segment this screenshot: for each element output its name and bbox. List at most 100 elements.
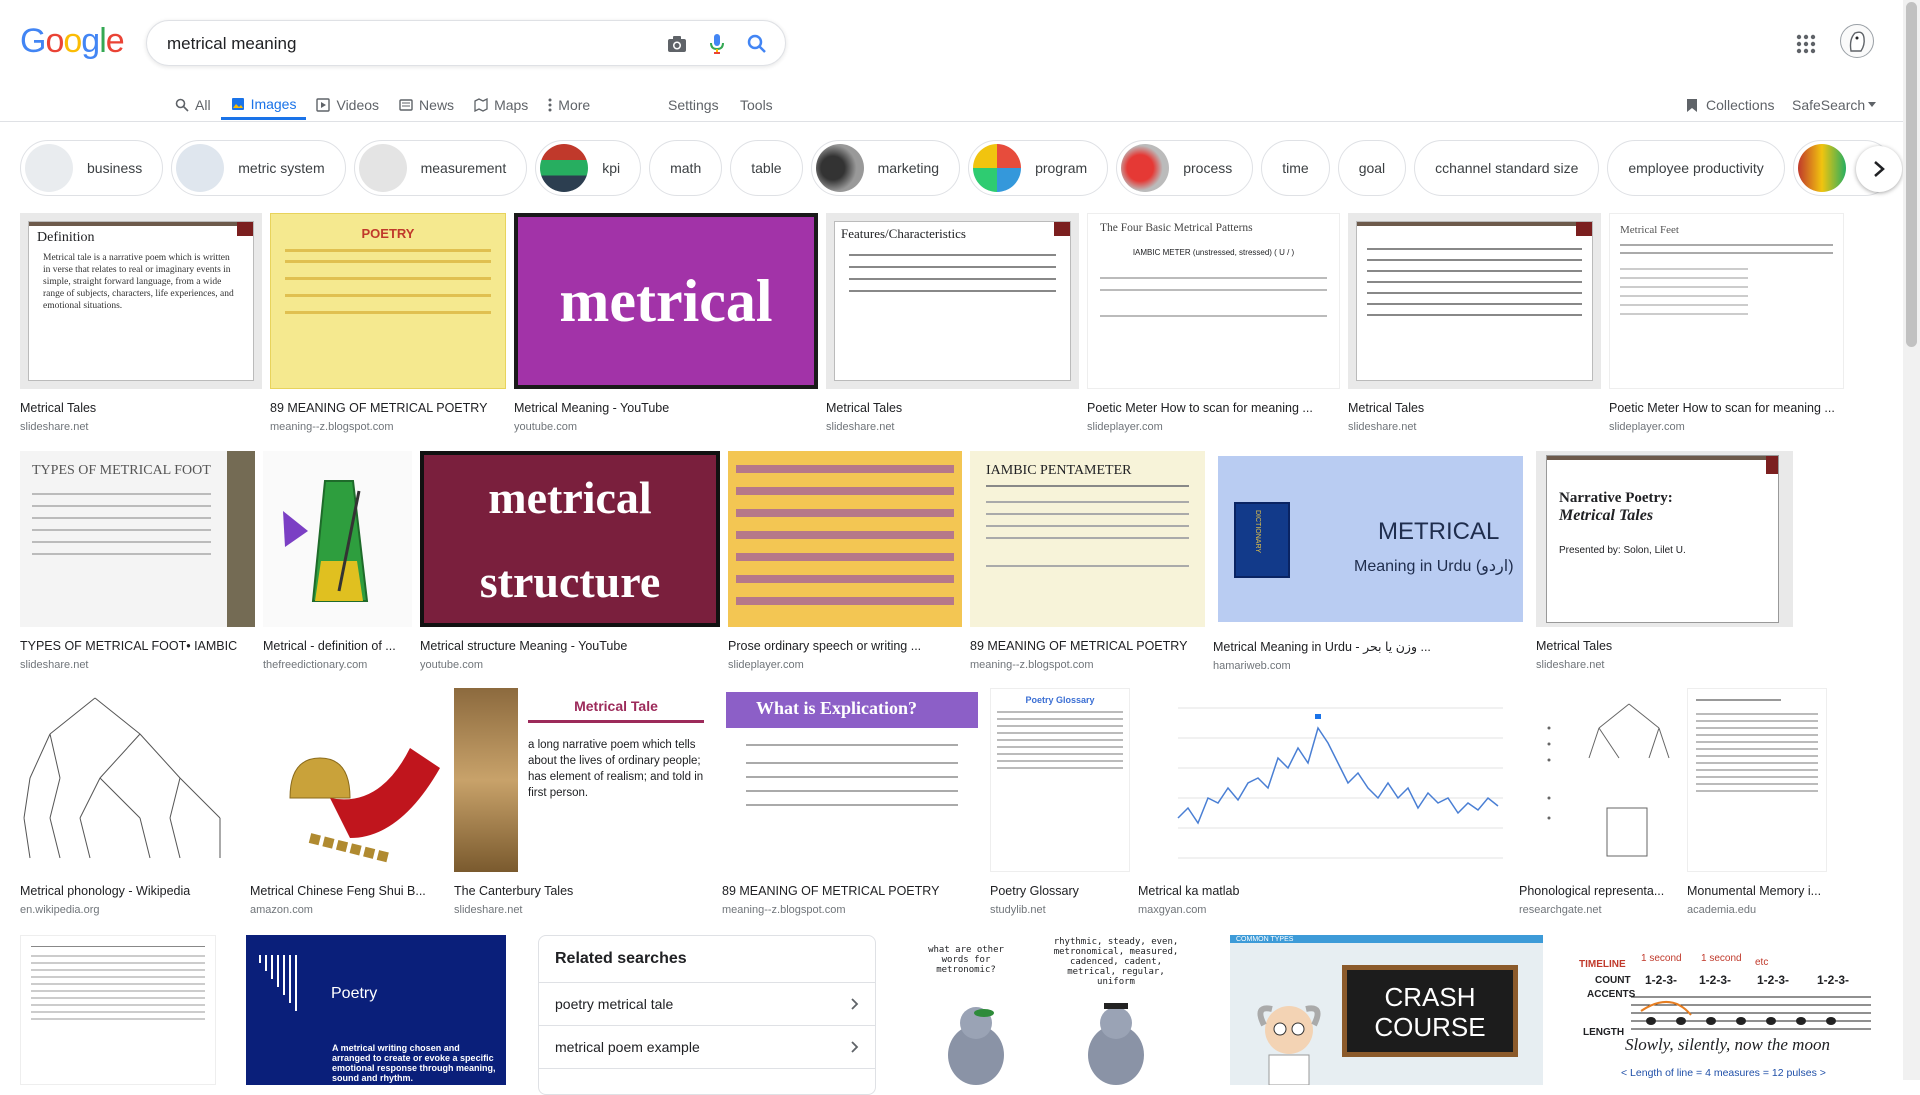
image-result[interactable]: Metrical - definition of ... thefreedict… bbox=[263, 451, 412, 672]
result-thumbnail bbox=[20, 935, 216, 1085]
image-result[interactable]: Poetry A metrical writing chosen and arr… bbox=[246, 935, 506, 1085]
result-source: slideshare.net bbox=[826, 421, 895, 433]
image-result[interactable]: Metrical Chinese Feng Shui B... amazon.c… bbox=[250, 688, 446, 916]
chip-label: program bbox=[1035, 160, 1088, 176]
thumb-title: metrical bbox=[488, 471, 652, 523]
chip[interactable]: math bbox=[649, 140, 723, 196]
result-title: Metrical Chinese Feng Shui B... bbox=[250, 884, 426, 898]
tab-videos[interactable]: Videos bbox=[306, 90, 389, 120]
chip[interactable]: kpi bbox=[535, 140, 642, 196]
image-result[interactable]: IAMBIC PENTAMETER 89 MEANING OF METRICAL… bbox=[970, 451, 1205, 672]
tools-link[interactable]: Tools bbox=[740, 90, 773, 120]
chip[interactable]: table bbox=[730, 140, 803, 196]
tab-label: More bbox=[558, 97, 591, 113]
microphone-icon[interactable] bbox=[705, 32, 729, 56]
image-result[interactable]: Definition Metrical tale is a narrative … bbox=[20, 213, 262, 433]
tab-images[interactable]: Images bbox=[220, 90, 307, 120]
image-result[interactable]: Narrative Poetry: Metrical Tales Present… bbox=[1536, 451, 1793, 672]
camera-icon[interactable] bbox=[665, 32, 689, 56]
tab-maps[interactable]: Maps bbox=[464, 90, 538, 120]
image-result[interactable]: metrical structure Metrical structure Me… bbox=[420, 451, 720, 672]
image-result[interactable]: Metrical Tale a long narrative poem whic… bbox=[454, 688, 714, 916]
chip[interactable]: marketing bbox=[810, 140, 961, 196]
chip[interactable]: cchannel standard size bbox=[1414, 140, 1600, 196]
result-thumbnail: Metrical Feet bbox=[1609, 213, 1844, 389]
image-result[interactable]: COMMON TYPES CRASH COURSE bbox=[1230, 935, 1543, 1085]
chip-thumbnail bbox=[1797, 144, 1846, 192]
image-result[interactable]: what are other words for metronomic? rhy… bbox=[896, 935, 1198, 1085]
result-thumbnail: metrical structure bbox=[420, 451, 720, 627]
result-source: youtube.com bbox=[420, 659, 483, 671]
thumb-title: CRASH COURSE bbox=[1342, 965, 1518, 1057]
thumb-text: what are other words for metronomic? bbox=[928, 945, 1004, 975]
chip[interactable]: goal bbox=[1337, 140, 1407, 196]
thumb-label: etc bbox=[1755, 957, 1769, 968]
chip[interactable]: business bbox=[20, 140, 164, 196]
google-logo[interactable]: Google bbox=[20, 22, 125, 61]
result-thumbnail: metrical bbox=[514, 213, 818, 389]
chip[interactable]: measurement bbox=[353, 140, 528, 196]
chip[interactable]: process bbox=[1116, 140, 1254, 196]
result-title: Metrical Tales bbox=[1536, 639, 1613, 653]
image-result[interactable]: Metrical Feet Poetic Meter How to scan f… bbox=[1609, 213, 1844, 433]
chip[interactable]: program bbox=[968, 140, 1109, 196]
related-search-item[interactable]: metrical poem example bbox=[539, 1026, 875, 1069]
header: Google All Images V bbox=[0, 0, 1920, 122]
related-search-item[interactable]: poetry metrical tale bbox=[539, 983, 875, 1026]
collections-link[interactable]: Collections bbox=[1686, 90, 1774, 120]
search-input[interactable] bbox=[167, 31, 647, 57]
tab-all[interactable]: All bbox=[165, 90, 221, 120]
settings-link[interactable]: Settings bbox=[668, 90, 719, 120]
image-result[interactable]: Metrical ka matlab maxgyan.com bbox=[1138, 688, 1511, 916]
image-result[interactable]: Features/Characteristics Metrical Tales … bbox=[826, 213, 1079, 433]
chip[interactable]: metric system bbox=[171, 140, 346, 196]
thumb-label: ACCENTS bbox=[1587, 989, 1636, 1000]
scrollbar-thumb[interactable] bbox=[1906, 2, 1917, 347]
result-thumbnail: Narrative Poetry: Metrical Tales Present… bbox=[1536, 451, 1793, 627]
thumb-label: COUNT bbox=[1595, 975, 1631, 986]
safesearch-menu[interactable]: SafeSearch bbox=[1792, 90, 1877, 120]
tab-news[interactable]: News bbox=[389, 90, 464, 120]
result-title: Poetry Glossary bbox=[990, 884, 1079, 898]
image-result[interactable]: Prose ordinary speech or writing ... sli… bbox=[728, 451, 962, 672]
image-result[interactable]: Metrical Tales slideshare.net bbox=[1348, 213, 1601, 433]
account-avatar[interactable] bbox=[1840, 24, 1874, 58]
page-scrollbar[interactable] bbox=[1903, 0, 1920, 1080]
thumb-title: TYPES OF METRICAL FOOT bbox=[32, 463, 211, 478]
result-thumbnail: Poetry Glossary bbox=[990, 688, 1130, 872]
thumb-body: a long narrative poem which tells about … bbox=[528, 739, 704, 799]
image-result[interactable]: Metrical phonology - Wikipedia en.wikipe… bbox=[20, 688, 242, 916]
apps-grid-icon[interactable] bbox=[1794, 32, 1818, 56]
tab-more[interactable]: More bbox=[538, 90, 600, 120]
image-result[interactable]: metrical Metrical Meaning - YouTube yout… bbox=[514, 213, 818, 433]
result-source: slideplayer.com bbox=[1087, 421, 1163, 433]
chip-label: process bbox=[1183, 160, 1233, 176]
search-icon[interactable] bbox=[745, 32, 769, 56]
thumb-title: Definition bbox=[37, 230, 95, 245]
news-icon bbox=[399, 99, 413, 111]
result-title: Metrical structure Meaning - YouTube bbox=[420, 639, 628, 653]
pigeon-cartoon bbox=[948, 1003, 1144, 1085]
image-result[interactable]: What is Explication? 89 MEANING OF METRI… bbox=[722, 688, 982, 916]
image-result[interactable] bbox=[20, 935, 216, 1085]
thumb-label: DICTIONARY bbox=[1254, 510, 1261, 554]
thumb-label: LENGTH bbox=[1583, 1027, 1625, 1038]
thumb-subtitle: Meaning in Urdu (اردو) bbox=[1354, 558, 1514, 575]
image-result[interactable]: POETRY 89 MEANING OF METRICAL POETRY mea… bbox=[270, 213, 506, 433]
result-thumbnail bbox=[1687, 688, 1827, 872]
results-row: Metrical phonology - Wikipedia en.wikipe… bbox=[20, 688, 1827, 916]
image-result[interactable]: The Four Basic Metrical Patterns IAMBIC … bbox=[1087, 213, 1340, 433]
image-result[interactable]: TIMELINE COUNT ACCENTS LENGTH 1 second 1… bbox=[1561, 935, 1877, 1085]
image-result[interactable]: TYPES OF METRICAL FOOT TYPES OF METRICAL… bbox=[20, 451, 255, 672]
image-result[interactable]: Monumental Memory i... academia.edu bbox=[1687, 688, 1827, 916]
image-result[interactable]: DICTIONARY METRICAL Meaning in Urdu (ارد… bbox=[1213, 451, 1528, 672]
chip[interactable]: employee productivity bbox=[1607, 140, 1785, 196]
search-tabs: All Images Videos News Maps More bbox=[165, 90, 600, 122]
chip-label: math bbox=[670, 160, 702, 176]
result-source: en.wikipedia.org bbox=[20, 904, 100, 916]
chip[interactable]: time bbox=[1261, 140, 1330, 196]
chips-next-button[interactable] bbox=[1856, 146, 1902, 192]
result-thumbnail: DICTIONARY METRICAL Meaning in Urdu (ارد… bbox=[1213, 451, 1528, 627]
image-result[interactable]: Poetry Glossary Poetry Glossary studylib… bbox=[990, 688, 1130, 916]
image-result[interactable]: Phonological representa... researchgate.… bbox=[1519, 688, 1679, 916]
